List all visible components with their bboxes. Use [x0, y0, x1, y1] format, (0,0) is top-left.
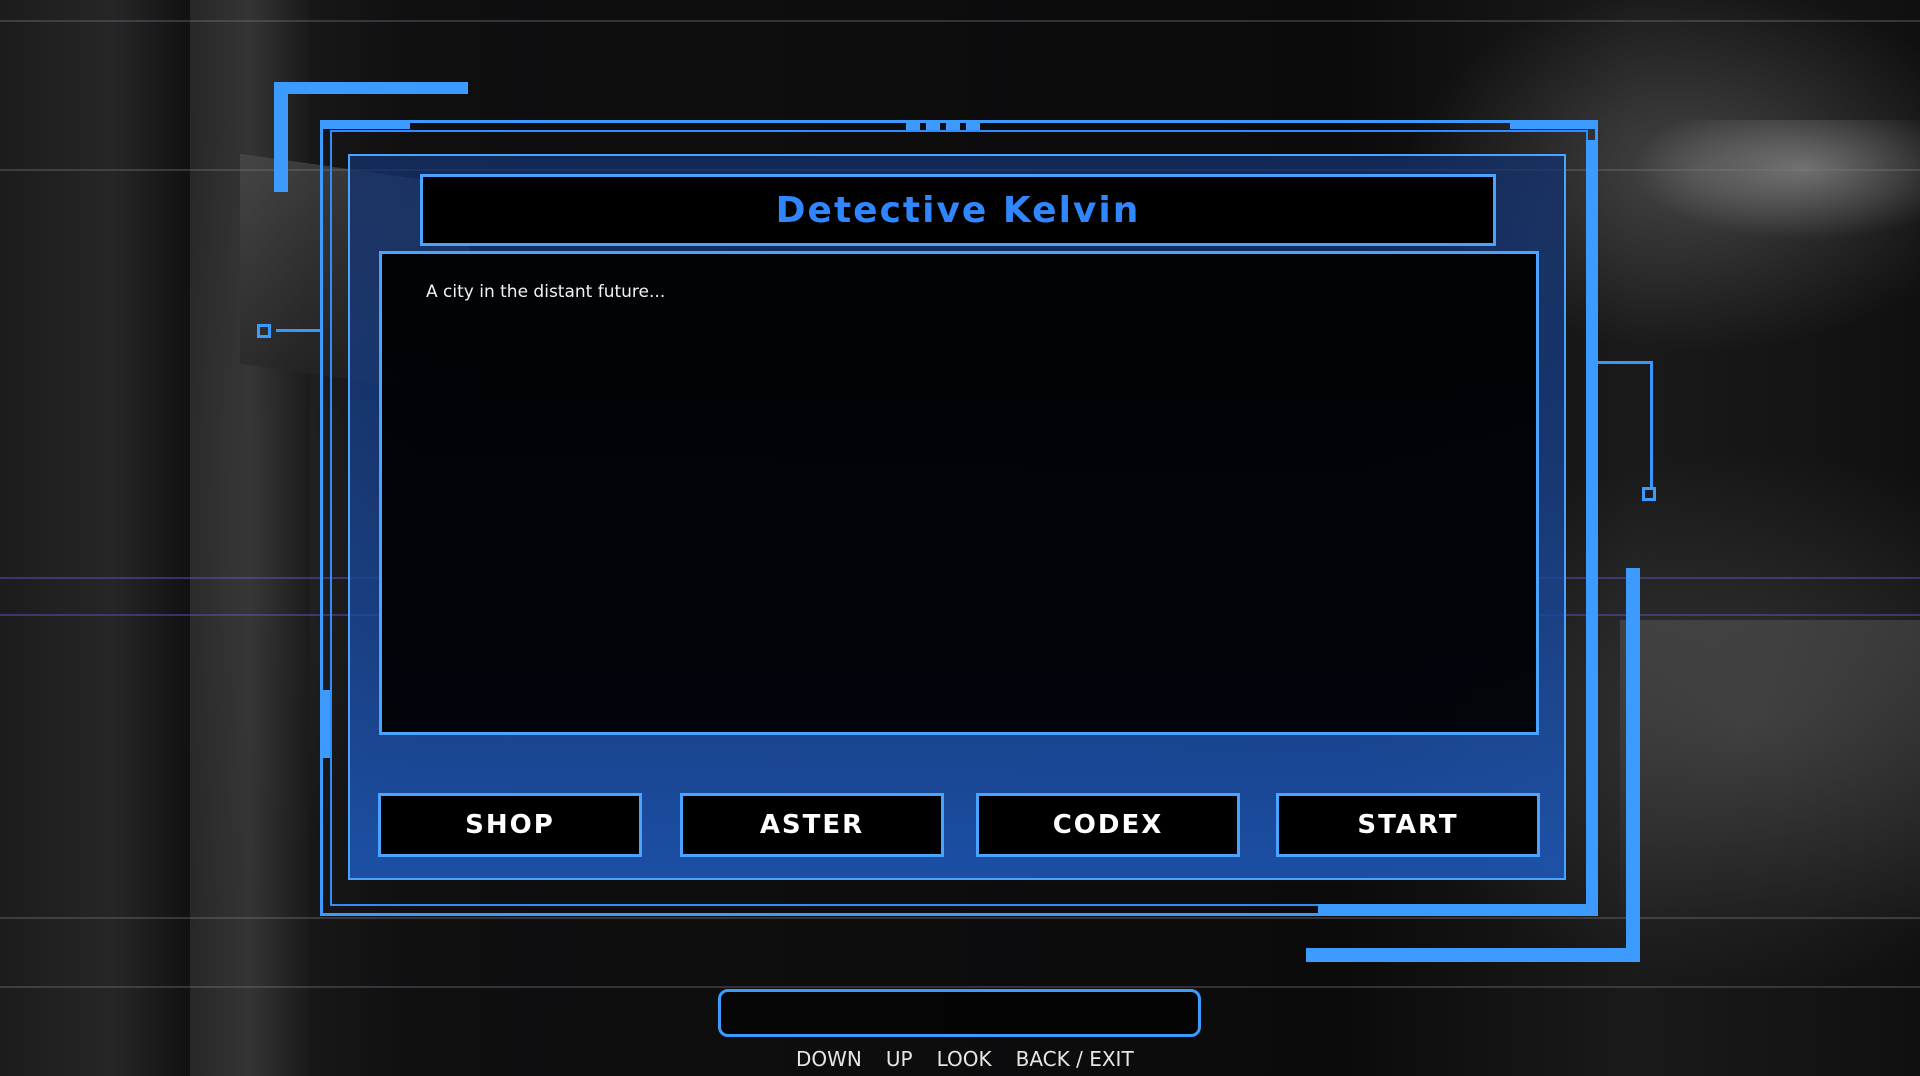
frame-right-accent — [1586, 140, 1598, 910]
start-button[interactable]: START — [1276, 793, 1540, 857]
frame-corner-left — [274, 82, 288, 192]
dialog-text: A city in the distant future... — [426, 282, 666, 302]
aster-button-label: ASTER — [759, 810, 865, 840]
connector-line-right-v — [1650, 361, 1653, 489]
frame-top-accent-left — [320, 120, 410, 129]
frame-bottom-dash — [1420, 904, 1426, 914]
frame-corner-top — [274, 82, 468, 94]
connector-node-left — [257, 324, 271, 338]
frame-corner-bottom — [1306, 948, 1640, 962]
frame-left-accent — [320, 690, 330, 758]
background-lamp — [1630, 120, 1920, 240]
frame-bottom-dash — [1442, 904, 1448, 914]
scanline — [0, 986, 1920, 988]
background-bed — [1620, 620, 1920, 920]
aster-button[interactable]: ASTER — [680, 793, 944, 857]
control-look[interactable]: LOOK — [937, 1047, 992, 1071]
control-down[interactable]: DOWN — [796, 1047, 862, 1071]
title-bar: Detective Kelvin — [420, 174, 1496, 246]
frame-bottom-accent — [1318, 904, 1598, 914]
start-button-label: START — [1357, 810, 1459, 840]
codex-button-label: CODEX — [1052, 810, 1164, 840]
command-input[interactable] — [718, 989, 1201, 1037]
background-wall-left — [0, 0, 190, 1076]
frame-corner-right — [1626, 568, 1640, 962]
connector-line-left — [276, 329, 322, 332]
frame-top-accent-right — [1510, 120, 1598, 129]
dialog-text-box — [379, 251, 1539, 735]
control-back-exit[interactable]: BACK / EXIT — [1016, 1047, 1134, 1071]
frame-top-dash — [906, 122, 920, 130]
frame-top-dash — [926, 122, 940, 130]
shop-button[interactable]: SHOP — [378, 793, 642, 857]
dialog-title: Detective Kelvin — [775, 189, 1141, 231]
connector-node-right — [1642, 487, 1656, 501]
scanline — [0, 20, 1920, 22]
frame-top-dash — [966, 122, 980, 130]
control-hints: DOWN UP LOOK BACK / EXIT — [796, 1047, 1134, 1071]
control-up[interactable]: UP — [886, 1047, 913, 1071]
frame-bottom-dash — [1398, 904, 1404, 914]
frame-top-dash — [946, 122, 960, 130]
codex-button[interactable]: CODEX — [976, 793, 1240, 857]
connector-line-right-h — [1598, 361, 1653, 364]
game-screen: Detective Kelvin A city in the distant f… — [0, 0, 1920, 1076]
shop-button-label: SHOP — [465, 810, 555, 840]
